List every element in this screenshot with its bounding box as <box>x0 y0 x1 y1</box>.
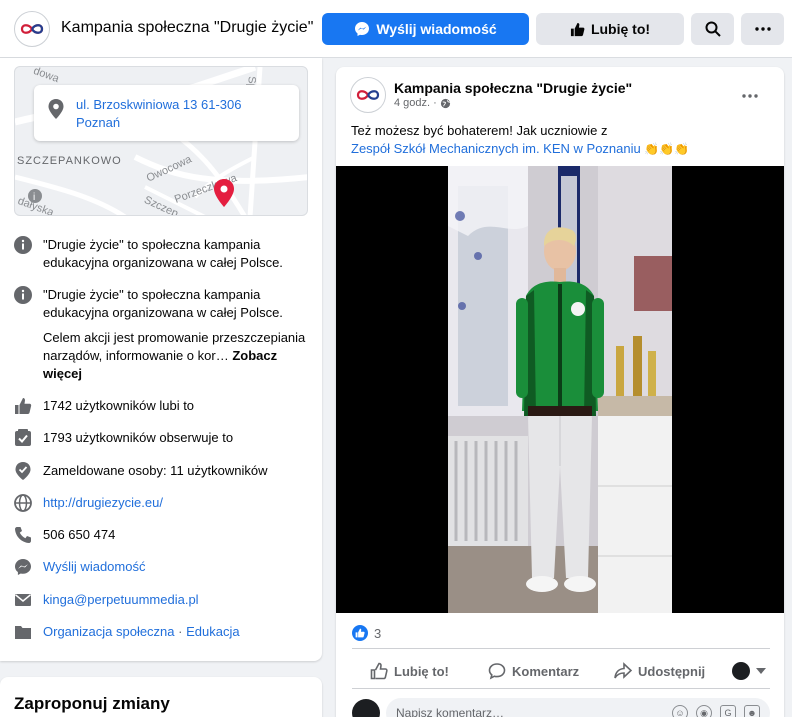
info-icon <box>14 236 32 254</box>
post-timestamp: 4 godz. · <box>394 97 451 109</box>
reactions-summary[interactable]: 3 <box>352 625 381 641</box>
post-options-button[interactable] <box>742 85 758 103</box>
like-page-label: Lubię to! <box>590 21 651 37</box>
post-author-avatar[interactable] <box>350 77 386 113</box>
comment-icon <box>488 663 506 680</box>
profile-avatar <box>732 662 750 680</box>
reaction-count: 3 <box>374 625 382 641</box>
sticker-icon[interactable]: ☻ <box>744 705 760 717</box>
category-separator: · <box>174 624 187 639</box>
description-text: "Drugie życie" to społeczna kampania edu… <box>43 287 283 320</box>
page-header: Kampania społeczna "Drugie życie" Wyślij… <box>0 0 792 58</box>
comment-input[interactable]: Napisz komentarz… ☺ ◉ G ☻ <box>386 698 770 717</box>
categories: Organizacja społeczna · Edukacja <box>43 623 313 641</box>
thumbs-up-icon <box>570 22 585 36</box>
map-district-label: SZCZEPANKOWO <box>17 155 122 167</box>
page-title: Kampania społeczna "Drugie życie" <box>61 19 314 36</box>
share-button[interactable]: Udostępnij <box>614 659 705 683</box>
infinity-logo-icon <box>20 24 44 34</box>
category-link[interactable]: Edukacja <box>186 624 239 639</box>
share-label: Udostępnij <box>638 663 706 679</box>
follow-check-icon <box>15 429 31 446</box>
page-logo[interactable] <box>14 11 50 47</box>
post-as-selector[interactable] <box>732 659 766 683</box>
suggest-edits-title[interactable]: Zaproponuj zmiany <box>14 694 170 714</box>
location-map[interactable]: i dowa SZCZEPANKOWO Owocowa Porzeczkowa … <box>14 66 308 216</box>
thumbs-up-outline-icon <box>370 662 388 680</box>
category-link[interactable]: Organizacja społeczna <box>43 624 175 639</box>
like-post-button[interactable]: Lubię to! <box>370 659 449 683</box>
phone-icon <box>15 527 31 543</box>
messenger-icon <box>355 22 370 36</box>
send-message-link[interactable]: Wyślij wiadomość <box>43 558 313 576</box>
checkins-count: Zameldowane osoby: 11 użytkowników <box>43 463 268 478</box>
actions-divider-top <box>352 648 770 649</box>
messenger-icon <box>15 559 31 575</box>
post-card: Kampania społeczna "Drugie życie" 4 godz… <box>336 67 784 717</box>
more-options-button[interactable] <box>741 13 784 45</box>
email-link[interactable]: kinga@perpetuummedia.pl <box>43 591 313 609</box>
comment-button[interactable]: Komentarz <box>488 659 579 683</box>
infinity-logo-icon <box>356 90 380 100</box>
description-more-text: Celem akcji jest promowanie przeszczepia… <box>43 329 313 383</box>
video-frame <box>448 166 672 613</box>
search-button[interactable] <box>691 13 734 45</box>
post-text-link-line: Zespół Szkół Mechanicznych im. KEN w Poz… <box>351 141 689 156</box>
website-link[interactable]: http://drugiezycie.eu/ <box>43 494 313 512</box>
commenter-avatar <box>352 699 380 717</box>
send-message-button[interactable]: Wyślij wiadomość <box>322 13 529 45</box>
location-icon <box>48 99 64 119</box>
clapping-emojis: 👏👏👏 <box>644 142 690 156</box>
address-street[interactable]: ul. Brzoskwiniowa 13 61-306 <box>76 97 241 112</box>
gif-icon[interactable]: G <box>720 705 736 717</box>
likes-count: 1742 użytkowników lubi to <box>43 398 195 413</box>
like-page-button[interactable]: Lubię to! <box>536 13 684 45</box>
phone-number[interactable]: 506 650 474 <box>43 526 313 544</box>
video-still-image <box>448 166 672 613</box>
globe-icon <box>440 98 450 108</box>
post-text: Też możesz być bohaterem! Jak uczniowie … <box>351 123 608 138</box>
map-pin-icon <box>214 179 234 207</box>
camera-icon[interactable]: ◉ <box>696 705 712 717</box>
school-link[interactable]: Zespół Szkół Mechanicznych im. KEN w Poz… <box>351 141 641 156</box>
send-message-label: Wyślij wiadomość <box>376 21 497 37</box>
more-icon <box>754 27 771 31</box>
address-city[interactable]: Poznań <box>76 115 120 130</box>
share-icon <box>614 662 632 679</box>
like-post-label: Lubię to! <box>394 663 449 679</box>
follows-count: 1793 użytkowników obserwuje to <box>43 430 234 445</box>
like-reaction-icon <box>352 625 368 641</box>
search-icon <box>705 21 721 37</box>
comment-placeholder: Napisz komentarz… <box>396 706 505 717</box>
chevron-down-icon <box>756 668 766 674</box>
post-video[interactable] <box>336 166 784 613</box>
emoji-icon[interactable]: ☺ <box>672 705 688 717</box>
thumbs-up-icon <box>15 398 32 414</box>
post-time-text[interactable]: 4 godz. · <box>394 97 437 109</box>
more-icon <box>742 94 758 98</box>
email-icon <box>15 594 31 606</box>
checkin-icon <box>15 462 31 480</box>
comment-tools: ☺ ◉ G ☻ <box>672 705 760 717</box>
post-author-name[interactable]: Kampania społeczna "Drugie życie" <box>394 80 632 96</box>
folder-icon <box>15 626 31 639</box>
description-text: "Drugie życie" to społeczna kampania edu… <box>43 237 283 270</box>
actions-divider-bottom <box>352 688 770 689</box>
info-icon <box>14 286 32 304</box>
about-card: i dowa SZCZEPANKOWO Owocowa Porzeczkowa … <box>0 58 322 661</box>
globe-icon <box>14 494 32 512</box>
suggest-edits-card: Zaproponuj zmiany <box>0 677 322 717</box>
comment-label: Komentarz <box>512 663 580 679</box>
address-box[interactable]: ul. Brzoskwiniowa 13 61-306 Poznań <box>34 85 299 141</box>
